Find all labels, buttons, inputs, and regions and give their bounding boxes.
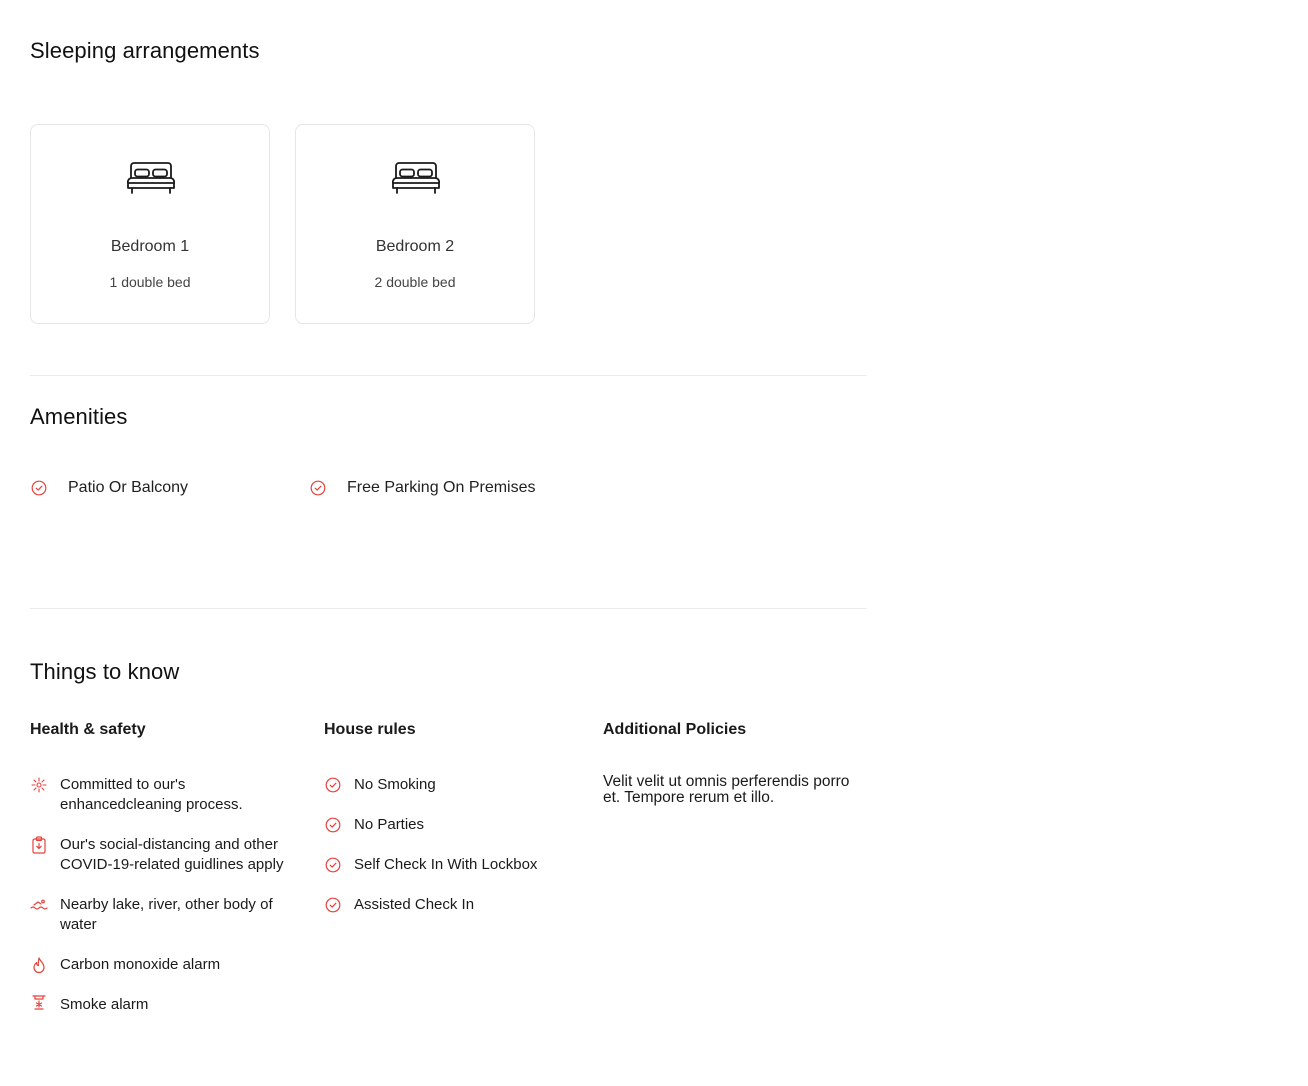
health-item-text: Committed to our's enhancedcleaning proc…	[60, 776, 243, 813]
bedroom-card-1: Bedroom 1 1 double bed	[30, 124, 270, 324]
check-circle-icon	[325, 857, 341, 873]
health-item: Smoke alarm	[30, 995, 300, 1015]
house-rule-text: Assisted Check In	[354, 896, 475, 913]
health-safety-heading: Health & safety	[30, 721, 146, 738]
house-rule-text: No Smoking	[354, 776, 436, 793]
sparkle-icon	[31, 777, 47, 793]
additional-policies-text: Velit velit ut omnis perferendis porro e…	[603, 773, 850, 806]
house-rule-item: No Smoking	[324, 775, 584, 795]
amenity-label: Free Parking On Premises	[347, 479, 536, 496]
health-item: Committed to our's enhancedcleaning proc…	[30, 775, 300, 815]
health-item: Carbon monoxide alarm	[30, 955, 300, 975]
house-rule-item: No Parties	[324, 815, 584, 835]
section-divider	[30, 375, 867, 376]
water-icon	[30, 899, 48, 910]
amenity-item: Free Parking On Premises	[310, 479, 536, 497]
check-circle-icon	[310, 480, 326, 496]
check-circle-icon	[31, 480, 47, 496]
house-rules-heading: House rules	[324, 721, 416, 738]
amenity-label: Patio Or Balcony	[68, 479, 189, 496]
listing-details-page: Sleeping arrangements Bedroom 1 1 double…	[0, 0, 1308, 1086]
bedroom-name: Bedroom 2	[375, 238, 455, 255]
things-to-know-title: Things to know	[30, 659, 180, 684]
clipboard-icon	[32, 836, 46, 854]
section-divider	[30, 608, 867, 609]
house-rule-text: Self Check In With Lockbox	[354, 856, 538, 873]
house-rule-item: Self Check In With Lockbox	[324, 855, 584, 875]
health-item-text: Carbon monoxide alarm	[60, 956, 221, 973]
bedroom-detail: 1 double bed	[109, 274, 191, 290]
sleeping-arrangements-title: Sleeping arrangements	[30, 38, 260, 63]
check-circle-icon	[325, 817, 341, 833]
check-circle-icon	[325, 777, 341, 793]
bed-icon	[127, 162, 175, 194]
check-circle-icon	[325, 897, 341, 913]
additional-policies-heading: Additional Policies	[603, 721, 747, 738]
flame-icon	[33, 957, 45, 974]
house-rule-text: No Parties	[354, 816, 425, 833]
bedroom-name: Bedroom 1	[110, 238, 190, 255]
smoke-alarm-icon	[32, 995, 46, 1010]
house-rule-item: Assisted Check In	[324, 895, 584, 915]
amenity-item: Patio Or Balcony	[31, 479, 188, 497]
health-item-text: Our's social-distancing and other COVID-…	[60, 836, 284, 873]
health-item-text: Nearby lake, river, other body of water	[60, 896, 273, 933]
health-item: Our's social-distancing and other COVID-…	[30, 835, 300, 875]
bedroom-card-2: Bedroom 2 2 double bed	[295, 124, 535, 324]
health-item: Nearby lake, river, other body of water	[30, 895, 300, 935]
health-item-text: Smoke alarm	[60, 996, 149, 1013]
amenities-title: Amenities	[30, 404, 128, 429]
bed-icon	[392, 162, 440, 194]
bedroom-detail: 2 double bed	[374, 274, 456, 290]
